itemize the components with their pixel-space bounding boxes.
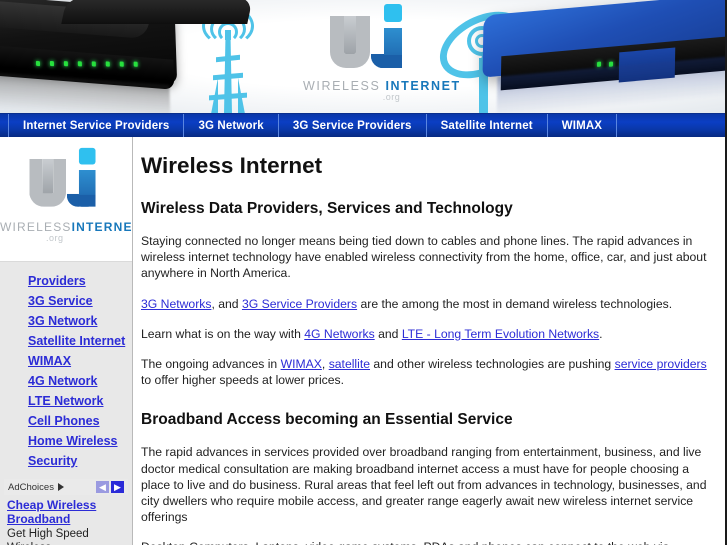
ad-carousel-controls: ◀ ▶ [96, 481, 124, 493]
paragraph-devices: Desktop Computers, Laptops, video game s… [141, 539, 711, 545]
sidebar-item-home-wireless[interactable]: Home Wireless [0, 431, 132, 451]
link-3g-service-providers[interactable]: 3G Service Providers [242, 297, 357, 311]
link-wimax[interactable]: WIMAX [281, 357, 322, 371]
logo-word-internet: INTERNET [71, 220, 133, 234]
sidebar-item-wimax[interactable]: WIMAX [0, 351, 132, 371]
nav-item-wimax[interactable]: WIMAX [548, 114, 618, 137]
content-area: WIRELESSINTERNET .org Providers 3G Servi… [0, 137, 725, 545]
intro-paragraph: Staying connected no longer means being … [141, 234, 707, 281]
text-tail: to offer higher speeds at lower prices. [141, 373, 345, 388]
sidebar: WIRELESSINTERNET .org Providers 3G Servi… [0, 137, 133, 545]
nav-item-internet-service-providers[interactable]: Internet Service Providers [8, 114, 185, 137]
sidebar-item-security[interactable]: Security [0, 451, 132, 471]
ui-logo-mark [322, 4, 420, 76]
sidebar-ad-unit: AdChoices ◀ ▶ Cheap Wireless Broadband G… [0, 479, 132, 545]
sidebar-item-satellite-internet[interactable]: Satellite Internet [0, 331, 132, 351]
text-separator-1: , [321, 357, 329, 372]
logo-word-wireless: WIRELESS [0, 220, 72, 234]
paragraph-wimax-satellite: The ongoing advances in WIMAX, satellite… [141, 356, 711, 388]
sidebar-link-list: Providers 3G Service 3G Network Satellit… [0, 262, 132, 471]
link-lte-networks[interactable]: LTE - Long Term Evolution Networks [402, 327, 599, 341]
text-lead: Learn what is on the way with [141, 326, 305, 341]
link-satellite[interactable]: satellite [329, 357, 370, 371]
primary-navigation: Internet Service Providers 3G Network 3G… [0, 113, 725, 137]
nav-label: Internet Service Providers [23, 119, 170, 132]
adchoices-bar: AdChoices ◀ ▶ [4, 479, 128, 495]
sidebar-item-cell-phones[interactable]: Cell Phones [0, 411, 132, 431]
text-separator: and [374, 326, 402, 341]
nav-label: 3G Service Providers [292, 119, 412, 132]
site-logo: WIRELESS INTERNET .org [303, 4, 459, 109]
main-content: Wireless Internet Wireless Data Provider… [133, 137, 725, 545]
sidebar-logo-wordmark: WIRELESSINTERNET [0, 220, 133, 234]
sidebar-item-providers[interactable]: Providers [0, 271, 132, 291]
nav-label: 3G Network [198, 119, 264, 132]
nav-item-satellite-internet[interactable]: Satellite Internet [427, 114, 548, 137]
ad-description-line1: Get High Speed Wireless [7, 528, 89, 545]
link-service-providers[interactable]: service providers [615, 357, 707, 371]
adchoices-label[interactable]: AdChoices [8, 482, 64, 493]
ad-headline-line1[interactable]: Cheap Wireless [4, 495, 128, 512]
sidebar-item-3g-network[interactable]: 3G Network [0, 311, 132, 331]
sidebar-item-lte-network[interactable]: LTE Network [0, 391, 132, 411]
ad-headline-line2[interactable]: Broadband [4, 512, 128, 526]
nav-filler [617, 114, 725, 137]
text-lead: The ongoing advances in [141, 357, 281, 372]
paragraph-4g-lte: Learn what is on the way with 4G Network… [141, 326, 711, 342]
sidebar-logo-tld: .org [46, 233, 64, 243]
ad-prev-arrow-icon[interactable]: ◀ [96, 481, 109, 493]
link-3g-networks[interactable]: 3G Networks [141, 297, 211, 311]
logo-tld: .org [382, 92, 401, 102]
sidebar-item-3g-service[interactable]: 3G Service [0, 291, 132, 311]
nav-item-3g-network[interactable]: 3G Network [184, 114, 279, 137]
text-separator: , and [211, 296, 242, 311]
paragraph-3g: 3G Networks, and 3G Service Providers ar… [141, 296, 711, 312]
sidebar-logo: WIRELESSINTERNET .org [0, 137, 133, 262]
nav-label: Satellite Internet [440, 119, 533, 132]
text-tail: are the among the most in demand wireles… [357, 296, 673, 311]
nav-label: WIMAX [561, 119, 603, 132]
text-tail: . [599, 326, 603, 341]
paragraph-broadband: The rapid advances in services provided … [141, 445, 707, 525]
logo-word-wireless: WIRELESS [303, 79, 381, 93]
adchoices-text: AdChoices [8, 481, 54, 493]
page-subtitle: Wireless Data Providers, Services and Te… [141, 200, 513, 217]
page-root: WIRELESS INTERNET .org Internet Service … [0, 0, 727, 545]
page-title: Wireless Internet [141, 153, 323, 178]
section-title-broadband: Broadband Access becoming an Essential S… [141, 411, 513, 429]
logo-wordmark: WIRELESS INTERNET [303, 79, 459, 93]
adchoices-triangle-icon [57, 483, 64, 491]
text-separator-2: and other wireless technologies are push… [370, 357, 615, 372]
site-banner: WIRELESS INTERNET .org [0, 0, 725, 113]
ad-next-arrow-icon[interactable]: ▶ [111, 481, 124, 493]
sidebar-item-4g-network[interactable]: 4G Network [0, 371, 132, 391]
ui-logo-mark-sidebar [21, 147, 111, 214]
link-4g-networks[interactable]: 4G Networks [304, 327, 374, 341]
nav-item-3g-service-providers[interactable]: 3G Service Providers [279, 114, 427, 137]
